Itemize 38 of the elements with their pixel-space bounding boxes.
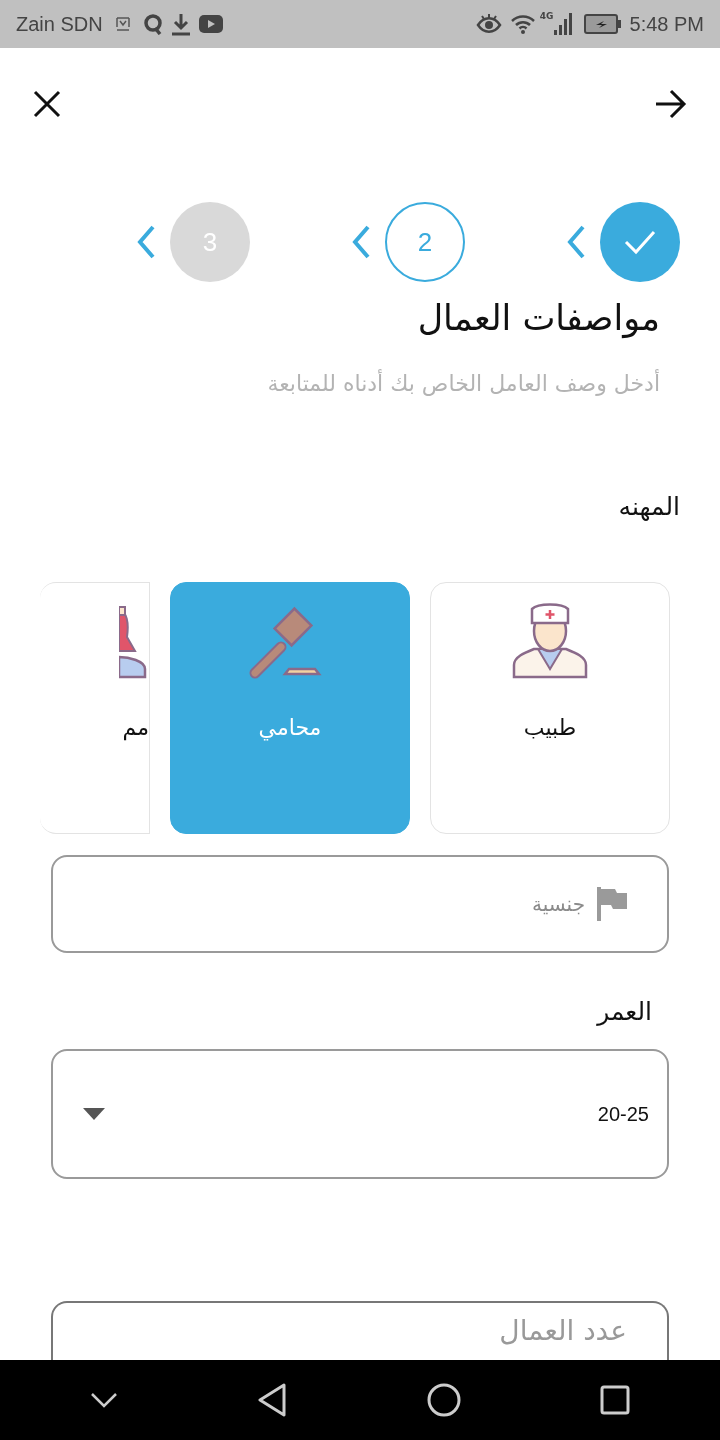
profession-card[interactable]: مم xyxy=(40,582,150,834)
workers-input[interactable]: عدد العمال xyxy=(327,1308,627,1353)
nationality-input[interactable]: جنسية xyxy=(385,889,585,919)
q-app-icon xyxy=(142,13,163,35)
field-label: العمر xyxy=(597,997,652,1026)
flag-icon xyxy=(597,887,627,921)
caret-icon xyxy=(83,1107,105,1120)
field-label: المهنه xyxy=(618,491,680,521)
profession-card[interactable]: طبيب xyxy=(430,582,670,834)
arrow-right-icon[interactable] xyxy=(654,89,688,119)
doctor-icon xyxy=(510,601,590,681)
carrier-name: Zain SDN xyxy=(16,12,103,37)
dropdown-value: 20-25 xyxy=(597,1101,649,1127)
home-icon[interactable] xyxy=(426,1383,461,1417)
page-subtitle: أدخل وصف العامل الخاص بك أدناه للمتابعة xyxy=(266,368,660,398)
clock-time: 5:48 PM xyxy=(629,12,704,37)
wifi-icon xyxy=(509,13,536,35)
profession-label: طبيب xyxy=(523,714,577,742)
check-icon xyxy=(623,229,657,255)
profession-label: مم xyxy=(122,714,149,743)
network-type: 4G xyxy=(539,10,554,23)
download-icon xyxy=(170,12,191,36)
chevron-left-icon xyxy=(351,224,371,260)
chevron-left-icon xyxy=(136,224,156,260)
close-icon[interactable] xyxy=(32,89,62,119)
chevron-down-icon[interactable] xyxy=(89,1392,118,1408)
page-title: مواصفات العمال xyxy=(416,297,660,341)
recents-icon[interactable] xyxy=(600,1385,631,1415)
battery-charging-icon xyxy=(583,14,622,34)
chevron-left-icon xyxy=(566,224,586,260)
age-dropdown[interactable]: 20-25 xyxy=(51,1048,669,1179)
back-icon[interactable] xyxy=(257,1383,288,1417)
signal-icon xyxy=(553,13,572,35)
mail-icon xyxy=(114,16,131,32)
nationality-field[interactable]: جنسية xyxy=(51,855,669,953)
video-icon xyxy=(198,15,223,33)
eye-icon xyxy=(475,14,502,34)
profession-label: محامي xyxy=(258,714,322,743)
